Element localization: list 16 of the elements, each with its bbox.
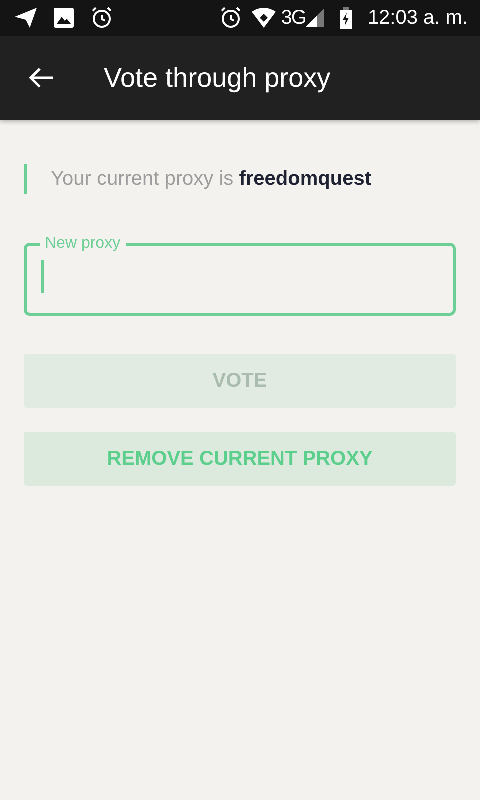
alarm-icon: [219, 6, 244, 30]
battery-charging-icon: [340, 7, 352, 29]
remove-proxy-button[interactable]: REMOVE CURRENT PROXY: [24, 432, 456, 486]
wifi-icon: [251, 7, 278, 29]
page-title: Vote through proxy: [104, 62, 331, 95]
field-label: New proxy: [44, 236, 122, 252]
status-time: 12:03 a. m.: [368, 6, 468, 31]
image-icon: [54, 8, 74, 28]
new-proxy-field[interactable]: New proxy: [24, 236, 456, 316]
back-arrow-icon: [28, 67, 54, 89]
current-proxy-text: Your current proxy is freedomquest: [51, 167, 372, 192]
signal-icon: [306, 9, 324, 27]
network-type: 3G: [281, 6, 306, 31]
alarm-icon: [90, 6, 114, 30]
send-icon: [14, 7, 38, 29]
text-cursor: [41, 260, 44, 292]
